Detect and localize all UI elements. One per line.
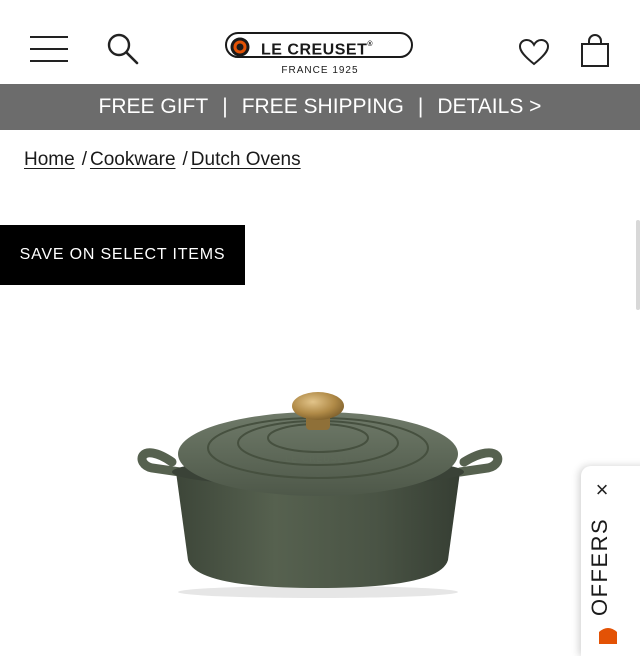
logo-mark-icon: [230, 37, 250, 57]
promo-separator: |: [417, 95, 424, 118]
dutch-oven-image[interactable]: LE CREUSET: [130, 380, 510, 600]
breadcrumb-home[interactable]: Home: [24, 149, 75, 170]
breadcrumb-dutch-ovens[interactable]: Dutch Ovens: [191, 149, 301, 170]
shopping-bag-icon[interactable]: [580, 34, 610, 68]
promo-free-gift[interactable]: FREE GIFT: [99, 95, 209, 118]
breadcrumb-separator: /: [81, 149, 87, 170]
breadcrumb: Home / Cookware / Dutch Ovens: [24, 148, 301, 172]
brand-name: LE CREUSET®: [261, 41, 374, 59]
breadcrumb-cookware[interactable]: Cookware: [90, 149, 176, 170]
search-icon[interactable]: [106, 32, 140, 66]
promo-free-shipping[interactable]: FREE SHIPPING: [242, 95, 404, 118]
logo-pill: LE CREUSET®: [225, 32, 413, 58]
heart-icon[interactable]: [518, 38, 550, 66]
promo-bar: FREE GIFT | FREE SHIPPING | DETAILS >: [0, 84, 640, 130]
promo-separator: |: [222, 95, 228, 118]
offers-tab[interactable]: × OFFERS: [581, 466, 640, 656]
brand-tagline: FRANCE 1925: [281, 65, 359, 76]
close-icon[interactable]: ×: [592, 479, 612, 501]
scrollbar[interactable]: [636, 220, 640, 310]
save-on-select-items-button[interactable]: SAVE ON SELECT ITEMS: [0, 225, 245, 285]
lid-brand-text: LE CREUSET: [285, 455, 350, 465]
breadcrumb-separator: /: [182, 149, 188, 170]
gift-icon: [599, 628, 617, 644]
brand-logo[interactable]: LE CREUSET® FRANCE 1925: [225, 32, 417, 78]
promo-details-link[interactable]: DETAILS >: [437, 95, 541, 118]
site-header: LE CREUSET® FRANCE 1925: [0, 0, 640, 84]
hamburger-menu-icon[interactable]: [30, 36, 68, 62]
